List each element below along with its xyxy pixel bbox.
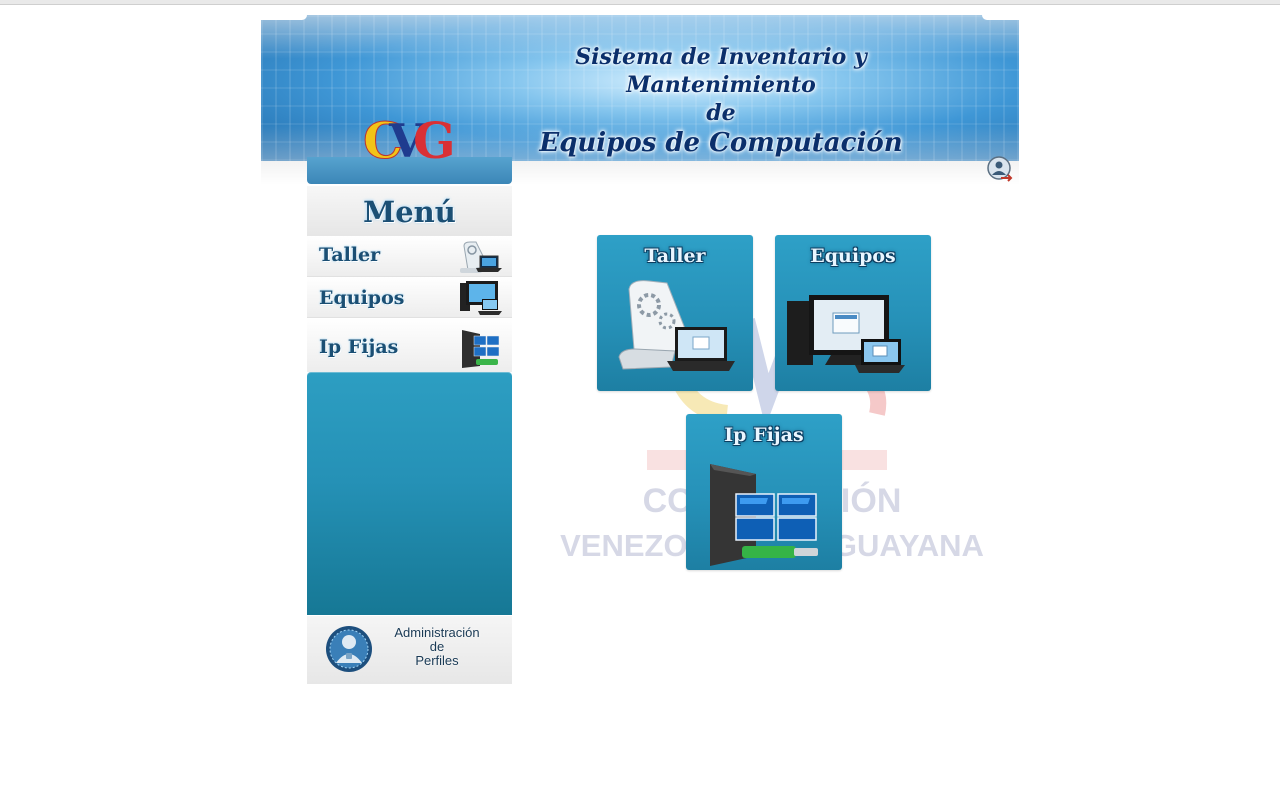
- admin-line3: Perfiles: [415, 653, 459, 668]
- sidebar-item-taller[interactable]: Taller: [307, 236, 512, 277]
- sidebar-panel: [307, 372, 512, 615]
- admin-line2: de: [429, 639, 445, 654]
- admin-profiles-button[interactable]: Administración de Perfiles: [307, 616, 512, 684]
- menu-header: Menú: [307, 186, 512, 236]
- admin-line1: Administración: [394, 625, 480, 640]
- tile-label: Ip Fijas: [724, 424, 804, 446]
- banner-title: Sistema de Inventario y Mantenimiento de…: [491, 43, 951, 159]
- tile-label: Equipos: [810, 245, 896, 267]
- tile-taller[interactable]: Taller: [597, 235, 753, 391]
- tile-ip-fijas[interactable]: Ip Fijas: [686, 414, 842, 570]
- network-icon: [462, 330, 500, 368]
- banner-title-line2: de: [706, 100, 736, 126]
- sidebar-item-label: Ip Fijas: [319, 336, 399, 358]
- banner-title-line3: Equipos de Computación: [539, 128, 903, 158]
- banner-title-line1: Sistema de Inventario y Mantenimiento: [575, 44, 867, 98]
- sidebar: Menú Taller Equipos Ip Fijas Administrac…: [307, 186, 512, 684]
- profile-admin-icon: [326, 626, 372, 672]
- tile-equipos[interactable]: Equipos: [775, 235, 931, 391]
- logout-button[interactable]: [987, 156, 1013, 182]
- workshop-icon: [460, 241, 502, 273]
- sidebar-item-equipos[interactable]: Equipos: [307, 277, 512, 318]
- menu-title: Menú: [363, 195, 456, 229]
- workshop-icon: [618, 280, 735, 371]
- browser-top-border: [0, 0, 1280, 5]
- sidebar-item-label: Taller: [319, 244, 381, 266]
- computers-icon: [787, 295, 905, 373]
- admin-profiles-label: Administración de Perfiles: [373, 626, 501, 668]
- tile-label: Taller: [644, 245, 706, 267]
- banner-corner-left: [261, 15, 307, 20]
- banner-corner-right: [982, 15, 1019, 20]
- sidebar-item-label: Equipos: [319, 287, 405, 309]
- cvg-logo: C V G: [363, 111, 456, 170]
- logout-icon: [987, 156, 1013, 182]
- sidebar-item-ip-fijas[interactable]: Ip Fijas: [307, 318, 512, 372]
- computers-icon: [460, 281, 502, 315]
- network-icon: [710, 464, 818, 566]
